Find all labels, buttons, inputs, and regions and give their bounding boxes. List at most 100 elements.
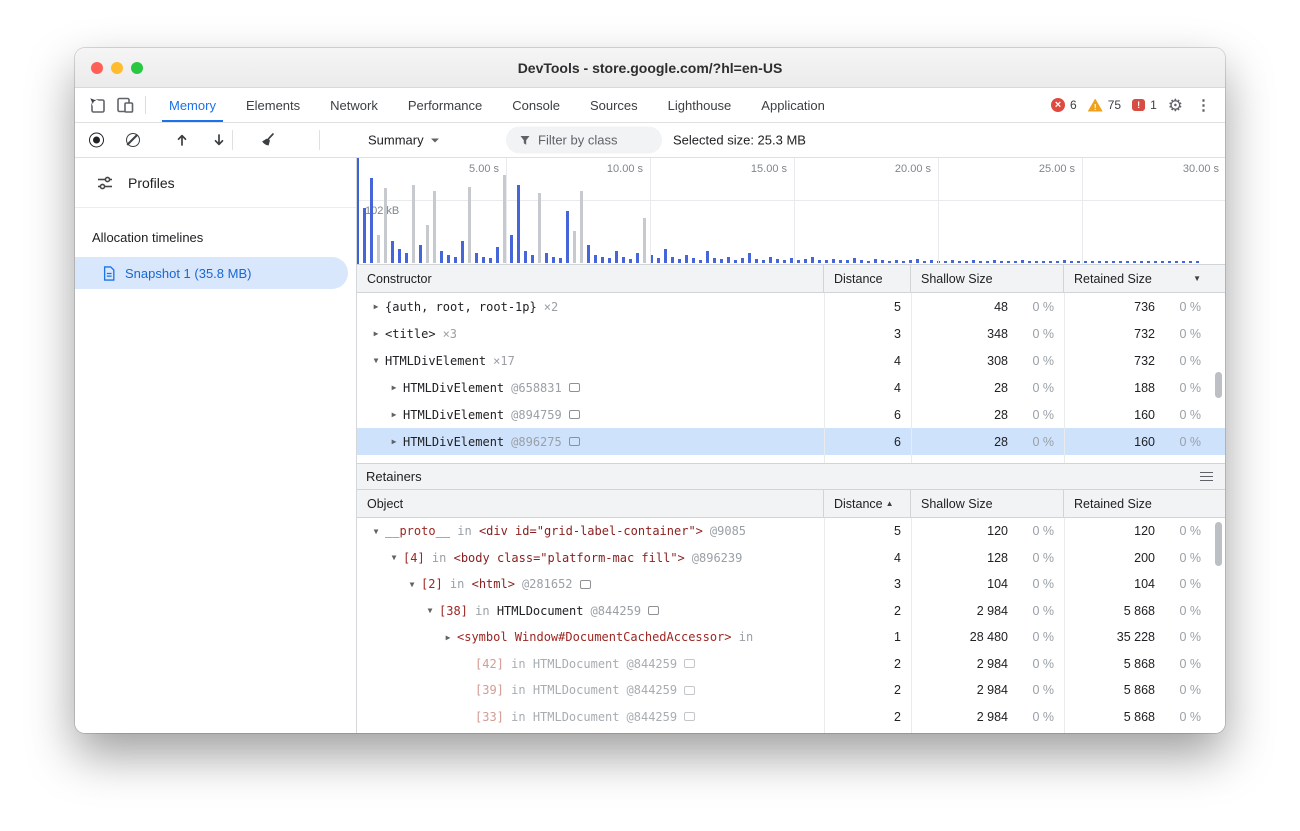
settings-gear-icon[interactable]: ⚙ (1168, 97, 1183, 114)
expand-arrow-icon[interactable]: ▶ (439, 633, 457, 642)
more-options-icon[interactable]: ⋮ (1194, 98, 1213, 113)
title-bar[interactable]: DevTools - store.google.com/?hl=en-US (75, 48, 1225, 88)
constructor-row[interactable]: ▶HTMLDivElement@89… (357, 455, 1225, 463)
tab-lighthouse[interactable]: Lighthouse (653, 88, 747, 122)
timeline-bar (454, 257, 457, 263)
tab-network[interactable]: Network (315, 88, 393, 122)
dom-node-icon[interactable] (648, 606, 659, 615)
constructor-row[interactable]: ▶HTMLDivElement@8947596280 %1600 % (357, 401, 1225, 428)
tab-application[interactable]: Application (746, 88, 840, 122)
expand-arrow-icon[interactable]: ▶ (367, 329, 385, 338)
minimize-button[interactable] (111, 62, 123, 74)
collapse-arrow-icon[interactable]: ▼ (385, 553, 403, 562)
retainer-row[interactable]: ▼[4] in <body class="platform-mac fill">… (357, 545, 1225, 572)
allocation-timeline-overview[interactable]: 102 kB 5.00 s10.00 s15.00 s20.00 s25.00 … (357, 158, 1225, 265)
dom-node-icon[interactable] (569, 437, 580, 446)
in-label: in (504, 683, 533, 697)
timeline-bar (1077, 261, 1080, 263)
retainer-row[interactable]: ▶<symbol Window#DocumentCachedAccessor> … (357, 624, 1225, 651)
collapse-arrow-icon[interactable]: ▼ (367, 356, 385, 365)
dom-node-icon[interactable] (684, 686, 695, 695)
dom-node-icon[interactable] (684, 712, 695, 721)
clear-broom-icon[interactable] (259, 132, 276, 149)
distance-cell: 5 (824, 518, 911, 545)
scrollbar-thumb[interactable] (1215, 522, 1222, 566)
expand-arrow-icon[interactable]: ▶ (385, 383, 403, 392)
timeline-bar (489, 258, 492, 263)
expand-arrow-icon[interactable]: ▶ (385, 410, 403, 419)
column-header-shallow-size[interactable]: Shallow Size (911, 265, 1064, 292)
retainer-row[interactable]: ▼__proto__ in <div id="grid-label-contai… (357, 518, 1225, 545)
retainers-section-bar[interactable]: Retainers (357, 463, 1225, 490)
timeline-bar (678, 259, 681, 263)
retainer-row[interactable]: [39] in HTMLDocument@84425922 9840 %5 86… (357, 677, 1225, 704)
shallow-size-cell-value: 128 (911, 551, 1008, 565)
clear-all-profiles-icon[interactable] (126, 133, 140, 147)
menu-icon[interactable] (1200, 472, 1213, 482)
warning-count-badge[interactable]: ! 75 (1088, 98, 1121, 112)
collapse-arrow-icon[interactable]: ▼ (421, 606, 439, 615)
timeline-bar (461, 241, 464, 263)
column-header-object[interactable]: Object (357, 490, 824, 517)
object-id: @844259 (627, 683, 678, 697)
column-header-shallow-size[interactable]: Shallow Size (911, 490, 1064, 517)
shallow-size-cell: 1200 % (911, 518, 1064, 545)
load-profile-icon[interactable] (174, 132, 190, 148)
timeline-bar (1042, 261, 1045, 263)
distance-cell-value: 1 (894, 630, 901, 644)
inspect-element-icon[interactable] (85, 93, 109, 117)
distance-cell: 1 (824, 624, 911, 651)
constructor-row[interactable]: ▶<title>×333480 %7320 % (357, 320, 1225, 347)
tab-elements[interactable]: Elements (231, 88, 315, 122)
tab-sources[interactable]: Sources (575, 88, 653, 122)
constructor-row[interactable]: ▶HTMLDivElement@6588314280 %1880 % (357, 374, 1225, 401)
scrollbar-thumb[interactable] (1215, 372, 1222, 398)
timeline-bar (1070, 261, 1073, 263)
selection-handle[interactable] (357, 158, 359, 264)
retainer-row[interactable]: [33] in HTMLDocument@84425922 9840 %5 86… (357, 704, 1225, 731)
device-toolbar-icon[interactable] (113, 93, 137, 117)
fullscreen-button[interactable] (131, 62, 143, 74)
retainer-row[interactable]: [42] in HTMLDocument@84425922 9840 %5 86… (357, 651, 1225, 678)
retainer-row[interactable]: ▼[2] in <html>@28165231040 %1040 % (357, 571, 1225, 598)
retainer-row[interactable]: ▼[38] in HTMLDocument@84425922 9840 %5 8… (357, 598, 1225, 625)
in-label: in (504, 657, 533, 671)
column-header-distance[interactable]: Distance (824, 265, 911, 292)
profiles-header[interactable]: Profiles (75, 158, 356, 208)
timeline-bar (944, 261, 947, 263)
timeline-bar (566, 211, 569, 263)
tab-memory[interactable]: Memory (154, 88, 231, 122)
timeline-bar (1133, 261, 1136, 263)
column-header-constructor[interactable]: Constructor (357, 265, 824, 292)
constructor-table-body: ▶{auth, root, root-1p}×25480 %7360 %▶<ti… (357, 293, 1225, 463)
column-header-retained-size[interactable]: Retained Size (1064, 490, 1225, 517)
perspective-select[interactable]: Summary (368, 133, 439, 148)
expand-arrow-icon[interactable]: ▶ (367, 302, 385, 311)
close-button[interactable] (91, 62, 103, 74)
dom-node-icon[interactable] (684, 659, 695, 668)
instance-count: ×3 (443, 327, 457, 341)
collapse-arrow-icon[interactable]: ▼ (367, 527, 385, 536)
snapshot-item[interactable]: Snapshot 1 (35.8 MB) (75, 257, 348, 289)
dom-node-icon[interactable] (569, 410, 580, 419)
dom-node-icon[interactable] (569, 383, 580, 392)
shallow-size-cell-percent: 0 % (1008, 381, 1054, 395)
record-heap-allocations-button[interactable] (89, 133, 104, 148)
class-filter-input[interactable]: Filter by class (506, 127, 662, 154)
perspective-select-value: Summary (368, 133, 424, 148)
constructor-row[interactable]: ▶{auth, root, root-1p}×25480 %7360 % (357, 293, 1225, 320)
error-count-badge[interactable]: × 6 (1051, 98, 1077, 112)
collapse-arrow-icon[interactable]: ▼ (403, 580, 421, 589)
tab-performance[interactable]: Performance (393, 88, 497, 122)
dom-node-icon[interactable] (580, 580, 591, 589)
expand-arrow-icon[interactable]: ▶ (385, 437, 403, 446)
constructor-row[interactable]: ▶HTMLDivElement@8962756280 %1600 % (357, 428, 1225, 455)
tab-console[interactable]: Console (497, 88, 575, 122)
retained-size-cell-value: 160 (1064, 435, 1155, 449)
save-profile-icon[interactable] (211, 132, 227, 148)
shallow-size-cell-percent: 0 % (1008, 354, 1054, 368)
constructor-row[interactable]: ▼HTMLDivElement×1743080 %7320 % (357, 347, 1225, 374)
column-header-distance[interactable]: Distance▲ (824, 490, 911, 517)
issue-count-badge[interactable]: ! 1 (1132, 98, 1157, 112)
column-header-retained-size[interactable]: Retained Size▼ (1064, 265, 1225, 292)
